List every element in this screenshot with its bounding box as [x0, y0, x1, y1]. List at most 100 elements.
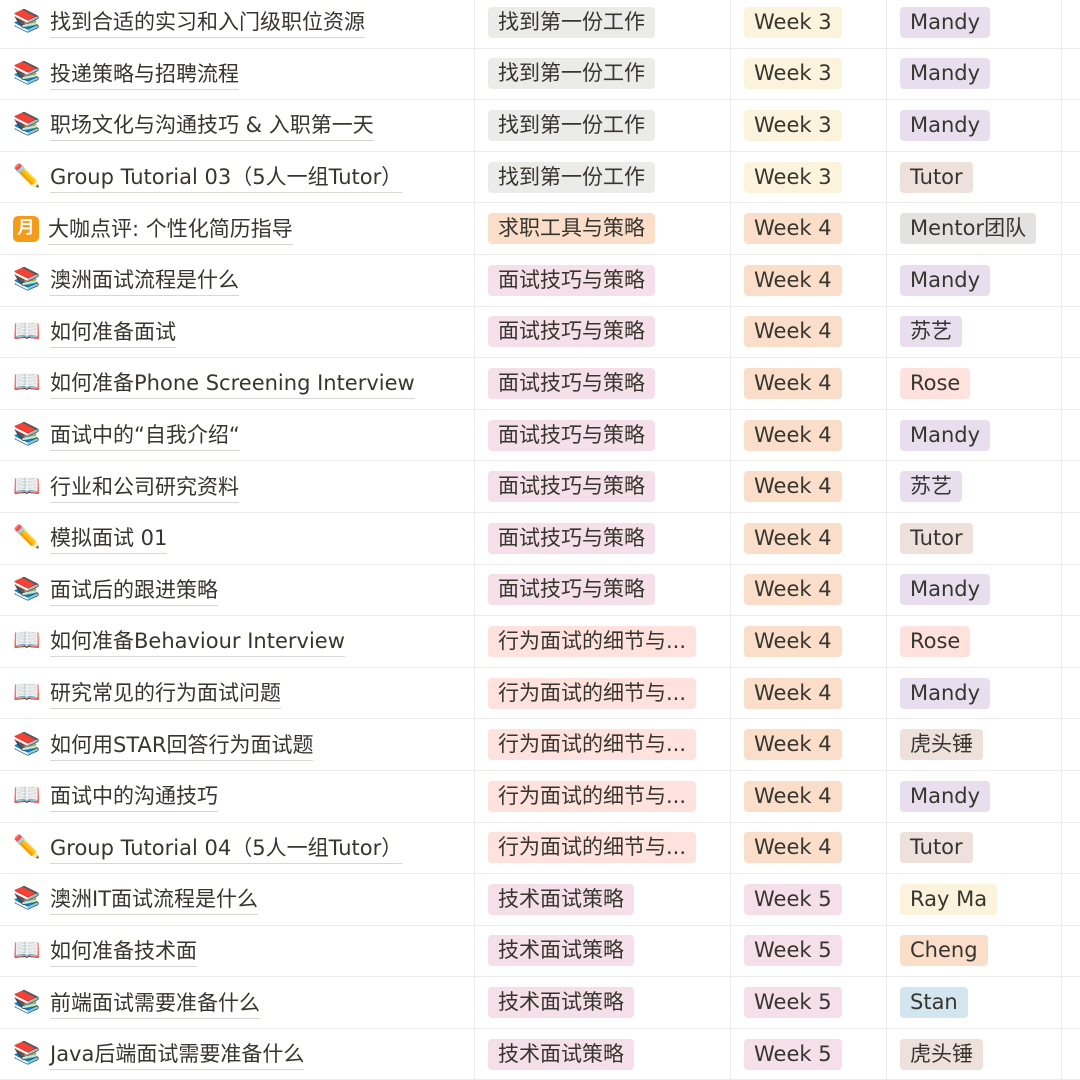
- owner-cell[interactable]: Cheng: [887, 925, 1062, 977]
- topic-cell[interactable]: 面试技巧与策略: [475, 564, 731, 616]
- table-row[interactable]: 📚 找到合适的实习和入门级职位资源 找到第一份工作 Week 3 Mandy: [0, 0, 1080, 49]
- table-row[interactable]: 📚 如何用STAR回答行为面试题 行为面试的细节与... Week 4 虎头锤: [0, 719, 1080, 771]
- table-row[interactable]: 📖 面试中的沟通技巧 行为面试的细节与... Week 4 Mandy: [0, 770, 1080, 823]
- owner-cell[interactable]: Mandy: [887, 48, 1062, 100]
- week-cell[interactable]: Week 4: [731, 203, 887, 254]
- week-cell[interactable]: Week 3: [731, 100, 887, 151]
- table-row[interactable]: 📖 如何准备Phone Screening Interview 面试技巧与策略 …: [0, 358, 1080, 410]
- week-cell[interactable]: Week 5: [731, 925, 887, 977]
- table-row[interactable]: 📚 面试中的“自我介绍“ 面试技巧与策略 Week 4 Mandy: [0, 409, 1080, 462]
- row-title[interactable]: 大咖点评: 个性化简历指导: [48, 213, 293, 245]
- title-cell[interactable]: 📚 找到合适的实习和入门级职位资源: [0, 0, 475, 48]
- title-cell[interactable]: ✏️ 模拟面试 01: [0, 512, 475, 564]
- week-cell[interactable]: Week 4: [731, 306, 887, 358]
- title-cell[interactable]: 📖 面试中的沟通技巧: [0, 770, 475, 822]
- week-cell[interactable]: Week 4: [731, 616, 887, 667]
- week-cell[interactable]: Week 3: [731, 48, 887, 100]
- row-title[interactable]: 前端面试需要准备什么: [50, 987, 260, 1019]
- row-title[interactable]: Group Tutorial 04（5人一组Tutor）: [50, 832, 403, 864]
- week-cell[interactable]: Week 5: [731, 874, 887, 925]
- owner-cell[interactable]: Tutor: [887, 512, 1062, 564]
- week-cell[interactable]: Week 4: [731, 667, 887, 719]
- topic-cell[interactable]: 求职工具与策略: [475, 203, 731, 254]
- row-title[interactable]: 模拟面试 01: [50, 522, 168, 555]
- week-cell[interactable]: Week 4: [731, 822, 887, 874]
- week-cell[interactable]: Week 4: [731, 461, 887, 512]
- title-cell[interactable]: 📖 如何准备面试: [0, 306, 475, 358]
- owner-cell[interactable]: Rose: [887, 358, 1062, 409]
- topic-cell[interactable]: 面试技巧与策略: [475, 306, 731, 358]
- owner-cell[interactable]: Mandy: [887, 667, 1062, 719]
- topic-cell[interactable]: 技术面试策略: [475, 977, 731, 1028]
- title-cell[interactable]: 📚 Java后端面试需要准备什么: [0, 1028, 475, 1080]
- title-cell[interactable]: ✏️ Group Tutorial 03（5人一组Tutor）: [0, 151, 475, 203]
- table-row[interactable]: 📚 面试后的跟进策略 面试技巧与策略 Week 4 Mandy: [0, 564, 1080, 617]
- table-row[interactable]: 📖 如何准备面试 面试技巧与策略 Week 4 苏艺: [0, 306, 1080, 359]
- row-title[interactable]: 面试中的沟通技巧: [50, 780, 218, 813]
- owner-cell[interactable]: Rose: [887, 616, 1062, 667]
- topic-cell[interactable]: 技术面试策略: [475, 874, 731, 925]
- title-cell[interactable]: 📚 投递策略与招聘流程: [0, 48, 475, 100]
- title-cell[interactable]: 📖 如何准备Behaviour Interview: [0, 616, 475, 667]
- owner-cell[interactable]: Mandy: [887, 564, 1062, 616]
- title-cell[interactable]: 📖 研究常见的行为面试问题: [0, 667, 475, 719]
- topic-cell[interactable]: 面试技巧与策略: [475, 409, 731, 461]
- topic-cell[interactable]: 行为面试的细节与...: [475, 822, 731, 874]
- table-row[interactable]: 月 大咖点评: 个性化简历指导 求职工具与策略 Week 4 Mentor团队: [0, 203, 1080, 255]
- title-cell[interactable]: 📚 面试中的“自我介绍“: [0, 409, 475, 461]
- row-title[interactable]: Java后端面试需要准备什么: [50, 1038, 305, 1071]
- topic-cell[interactable]: 行为面试的细节与...: [475, 616, 731, 667]
- table-row[interactable]: 📚 Java后端面试需要准备什么 技术面试策略 Week 5 虎头锤: [0, 1028, 1080, 1080]
- owner-cell[interactable]: Mandy: [887, 100, 1062, 151]
- topic-cell[interactable]: 技术面试策略: [475, 1028, 731, 1080]
- topic-cell[interactable]: 找到第一份工作: [475, 151, 731, 203]
- title-cell[interactable]: 📚 面试后的跟进策略: [0, 564, 475, 616]
- owner-cell[interactable]: Mandy: [887, 254, 1062, 306]
- row-title[interactable]: 投递策略与招聘流程: [50, 58, 239, 90]
- table-row[interactable]: ✏️ Group Tutorial 04（5人一组Tutor） 行为面试的细节与…: [0, 822, 1080, 875]
- row-title[interactable]: 澳洲面试流程是什么: [50, 264, 239, 297]
- title-cell[interactable]: 📖 如何准备技术面: [0, 925, 475, 977]
- topic-cell[interactable]: 面试技巧与策略: [475, 254, 731, 306]
- owner-cell[interactable]: 苏艺: [887, 461, 1062, 512]
- week-cell[interactable]: Week 4: [731, 254, 887, 306]
- row-title[interactable]: 如何准备Behaviour Interview: [50, 625, 345, 658]
- row-title[interactable]: 如何用STAR回答行为面试题: [50, 729, 314, 761]
- week-cell[interactable]: Week 5: [731, 977, 887, 1028]
- owner-cell[interactable]: Stan: [887, 977, 1062, 1028]
- topic-cell[interactable]: 找到第一份工作: [475, 0, 731, 48]
- title-cell[interactable]: 📖 行业和公司研究资料: [0, 461, 475, 512]
- row-title[interactable]: 面试中的“自我介绍“: [50, 419, 240, 452]
- topic-cell[interactable]: 找到第一份工作: [475, 48, 731, 100]
- table-row[interactable]: 📖 研究常见的行为面试问题 行为面试的细节与... Week 4 Mandy: [0, 667, 1080, 720]
- table-row[interactable]: 📖 如何准备Behaviour Interview 行为面试的细节与... We…: [0, 616, 1080, 668]
- title-cell[interactable]: ✏️ Group Tutorial 04（5人一组Tutor）: [0, 822, 475, 874]
- row-title[interactable]: Group Tutorial 03（5人一组Tutor）: [50, 161, 403, 194]
- owner-cell[interactable]: Mandy: [887, 0, 1062, 48]
- week-cell[interactable]: Week 4: [731, 358, 887, 409]
- topic-cell[interactable]: 面试技巧与策略: [475, 512, 731, 564]
- table-row[interactable]: 📚 前端面试需要准备什么 技术面试策略 Week 5 Stan: [0, 977, 1080, 1029]
- row-title[interactable]: 行业和公司研究资料: [50, 471, 239, 503]
- table-row[interactable]: ✏️ 模拟面试 01 面试技巧与策略 Week 4 Tutor: [0, 512, 1080, 565]
- title-cell[interactable]: 📚 澳洲面试流程是什么: [0, 254, 475, 306]
- row-title[interactable]: 如何准备面试: [50, 316, 176, 348]
- week-cell[interactable]: Week 4: [731, 512, 887, 564]
- title-cell[interactable]: 月 大咖点评: 个性化简历指导: [0, 203, 475, 254]
- topic-cell[interactable]: 面试技巧与策略: [475, 461, 731, 512]
- table-row[interactable]: ✏️ Group Tutorial 03（5人一组Tutor） 找到第一份工作 …: [0, 151, 1080, 204]
- title-cell[interactable]: 📚 澳洲IT面试流程是什么: [0, 874, 475, 925]
- week-cell[interactable]: Week 4: [731, 770, 887, 822]
- topic-cell[interactable]: 找到第一份工作: [475, 100, 731, 151]
- row-title[interactable]: 研究常见的行为面试问题: [50, 677, 281, 710]
- topic-cell[interactable]: 面试技巧与策略: [475, 358, 731, 409]
- title-cell[interactable]: 📚 如何用STAR回答行为面试题: [0, 719, 475, 770]
- owner-cell[interactable]: Ray Ma: [887, 874, 1062, 925]
- owner-cell[interactable]: Mentor团队: [887, 203, 1062, 254]
- table-row[interactable]: 📖 如何准备技术面 技术面试策略 Week 5 Cheng: [0, 925, 1080, 978]
- title-cell[interactable]: 📚 前端面试需要准备什么: [0, 977, 475, 1028]
- topic-cell[interactable]: 行为面试的细节与...: [475, 667, 731, 719]
- week-cell[interactable]: Week 3: [731, 151, 887, 203]
- owner-cell[interactable]: Mandy: [887, 770, 1062, 822]
- row-title[interactable]: 面试后的跟进策略: [50, 574, 218, 606]
